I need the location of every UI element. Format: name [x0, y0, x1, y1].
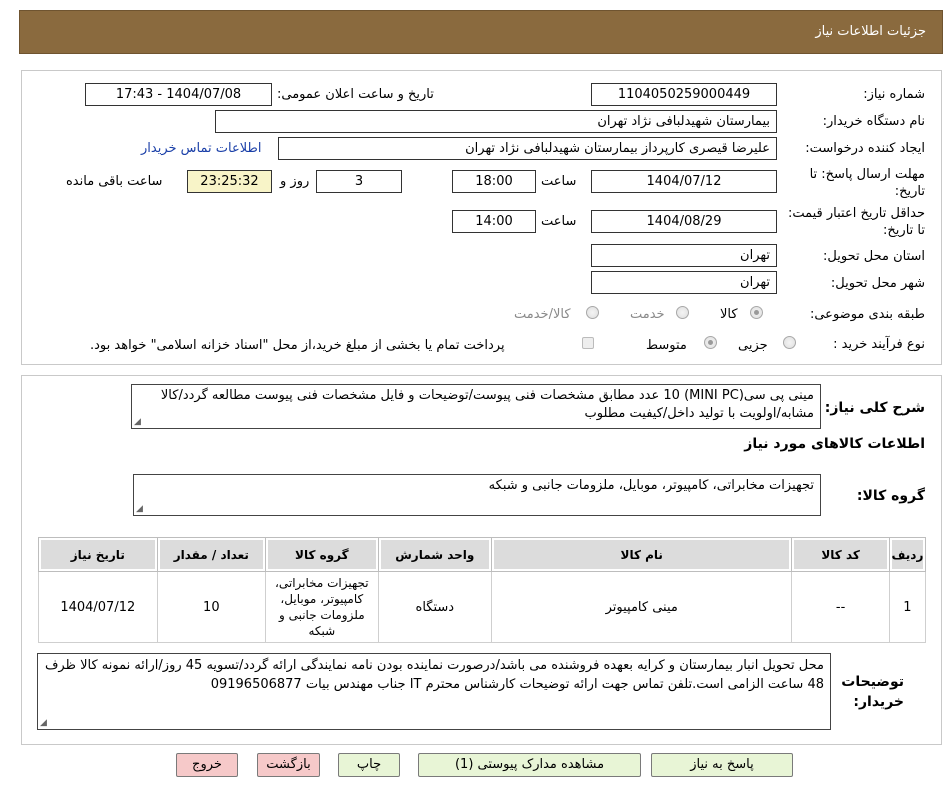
validity-time-label: ساعت: [541, 214, 577, 229]
page-title: جزئیات اطلاعات نیاز: [815, 24, 926, 39]
view-attachments-button[interactable]: مشاهده مدارک پیوستی (1): [418, 753, 641, 777]
col-header-need-date: تاریخ نیاز: [38, 537, 158, 572]
process-type-label: نوع فرآیند خرید :: [833, 337, 925, 352]
print-button[interactable]: چاپ: [338, 753, 400, 777]
category-label: طبقه بندی موضوعی:: [809, 307, 925, 322]
cell-group: تجهیزات مخابراتی، کامپیوتر، موبایل، ملزو…: [265, 571, 379, 643]
process-option-minor: جزیی: [738, 338, 768, 353]
buyer-notes-label: توضیحات خریدار:: [841, 674, 904, 710]
resize-grip-icon: ◢: [40, 718, 47, 728]
category-radio-goods[interactable]: [750, 306, 763, 319]
category-option-goods-service: کالا/خدمت: [514, 307, 571, 322]
city-label: شهر محل تحویل:: [830, 276, 925, 291]
category-radio-goods-service[interactable]: [586, 306, 599, 319]
goods-table-header-row: ردیف کد کالا نام کالا واحد شمارش گروه کا…: [38, 537, 927, 572]
summary-label: شرح کلی نیاز:: [824, 400, 925, 416]
cell-code: --: [791, 571, 890, 643]
goods-table: ردیف کد کالا نام کالا واحد شمارش گروه کا…: [38, 537, 927, 643]
province-field: تهران: [591, 244, 777, 267]
col-header-unit: واحد شمارش: [377, 537, 493, 572]
announce-label: تاریخ و ساعت اعلان عمومی:: [277, 87, 434, 102]
resize-grip-icon: ◢: [136, 504, 143, 514]
back-button[interactable]: بازگشت: [257, 753, 320, 777]
reply-time-label: ساعت: [541, 174, 577, 189]
category-radio-service[interactable]: [676, 306, 689, 319]
process-radio-medium[interactable]: [704, 336, 717, 349]
buyer-contact-link[interactable]: اطلاعات تماس خریدار: [141, 141, 261, 156]
days-remaining-field: 3: [316, 170, 402, 193]
table-row: 1 -- مینی کامپیوتر دستگاه تجهیزات مخابرا…: [38, 571, 927, 643]
province-label: استان محل تحویل:: [823, 249, 925, 264]
need-number-field: 1104050259000449: [591, 83, 777, 106]
reply-deadline-label: مهلت ارسال پاسخ: تا تاریخ:: [809, 167, 925, 199]
validity-label: حداقل تاریخ اعتبار قیمت: تا تاریخ:: [787, 206, 925, 238]
col-header-row-number: ردیف: [888, 537, 927, 572]
remaining-time-field: 23:25:32: [187, 170, 272, 193]
requester-field: علیرضا قیصری کارپرداز بیمارستان شهیدلباف…: [278, 137, 777, 160]
process-radio-minor[interactable]: [783, 336, 796, 349]
category-option-service: خدمت: [630, 307, 665, 322]
goods-group-textarea: تجهیزات مخابراتی، کامپیوتر، موبایل، ملزو…: [133, 474, 821, 516]
remaining-time-label: ساعت باقی مانده: [66, 174, 163, 189]
summary-text: مینی پی سی(MINI PC) 10 عدد مطابق مشخصات …: [160, 388, 814, 421]
page-header: جزئیات اطلاعات نیاز: [19, 10, 943, 54]
treasury-payment-note: پرداخت تمام یا بخشی از مبلغ خرید،از محل …: [90, 338, 505, 353]
buyer-org-field: بیمارستان شهیدلبافی نژاد تهران: [215, 110, 777, 133]
resize-grip-icon: ◢: [134, 417, 141, 427]
days-label: روز و: [280, 174, 310, 189]
goods-info-title: اطلاعات کالاهای مورد نیاز: [744, 436, 925, 452]
cell-quantity: 10: [156, 571, 267, 643]
col-header-group: گروه کالا: [265, 537, 379, 572]
city-field: تهران: [591, 271, 777, 294]
cell-need-date: 1404/07/12: [38, 571, 158, 643]
col-header-quantity: تعداد / مقدار: [156, 537, 267, 572]
process-option-medium: متوسط: [646, 338, 687, 353]
treasury-payment-checkbox[interactable]: [582, 337, 594, 349]
reply-to-need-button[interactable]: پاسخ به نیاز: [651, 753, 793, 777]
exit-button[interactable]: خروج: [176, 753, 238, 777]
goods-group-text: تجهیزات مخابراتی، کامپیوتر، موبایل، ملزو…: [488, 478, 814, 493]
buyer-org-label: نام دستگاه خریدار:: [822, 114, 925, 129]
validity-date-field: 1404/08/29: [591, 210, 777, 233]
buyer-notes-text: محل تحویل انبار بیمارستان و کرایه بعهده …: [44, 658, 824, 692]
goods-group-label: گروه کالا:: [856, 488, 925, 504]
reply-date-field: 1404/07/12: [591, 170, 777, 193]
buyer-notes-textarea: محل تحویل انبار بیمارستان و کرایه بعهده …: [37, 653, 831, 730]
cell-unit: دستگاه: [377, 571, 493, 643]
validity-time-field: 14:00: [452, 210, 536, 233]
cell-name: مینی کامپیوتر: [491, 571, 793, 643]
need-number-label: شماره نیاز:: [863, 87, 925, 102]
category-option-goods: کالا: [720, 307, 738, 322]
col-header-name: نام کالا: [491, 537, 793, 572]
announce-field: 1404/07/08 - 17:43: [85, 83, 272, 106]
col-header-code: کد کالا: [791, 537, 890, 572]
summary-textarea: مینی پی سی(MINI PC) 10 عدد مطابق مشخصات …: [131, 384, 821, 429]
requester-label: ایجاد کننده درخواست:: [805, 141, 925, 156]
cell-row-number: 1: [888, 571, 927, 643]
reply-time-field: 18:00: [452, 170, 536, 193]
